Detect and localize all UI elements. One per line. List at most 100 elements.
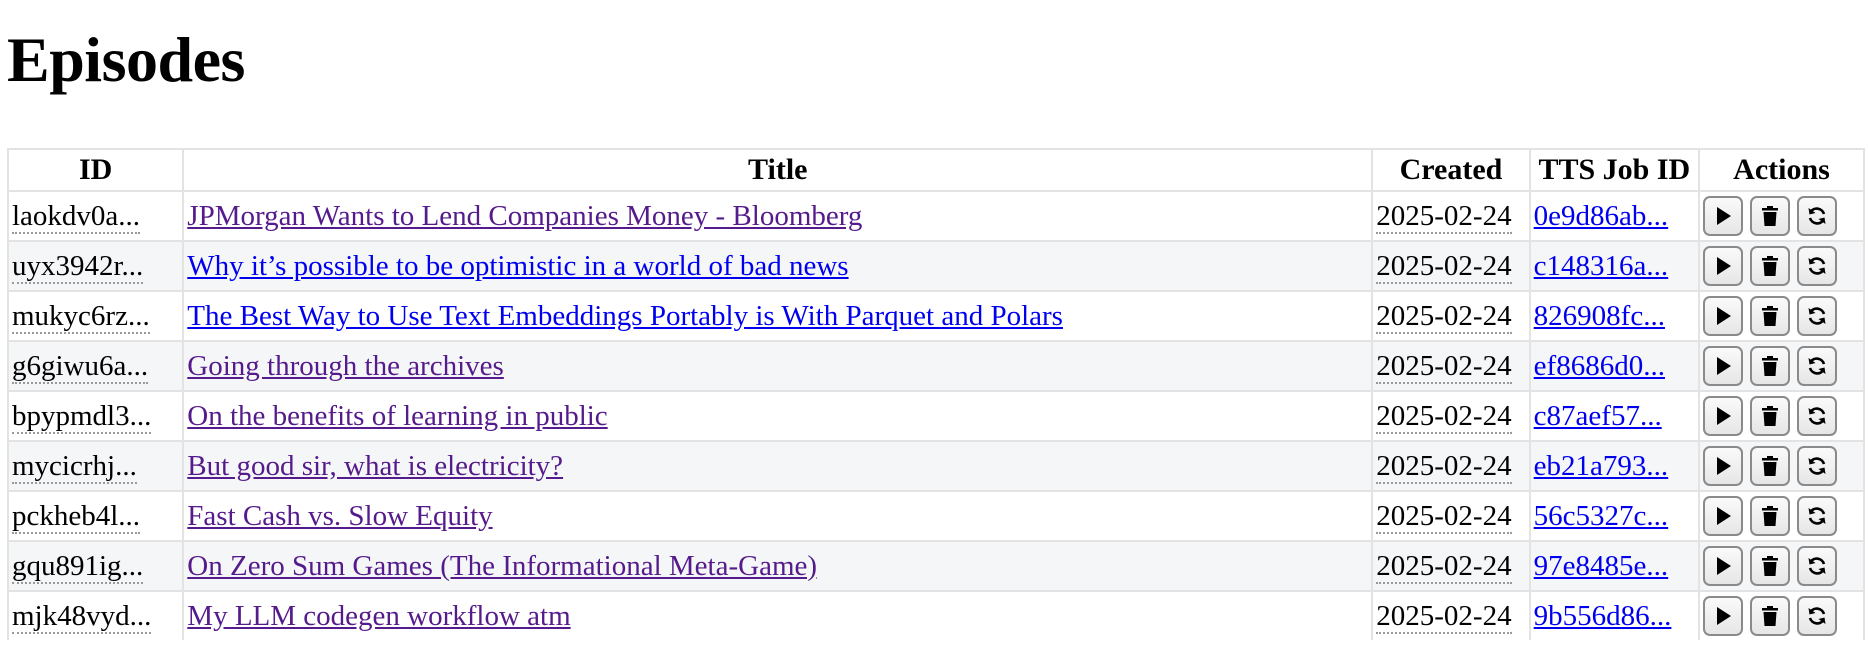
- play-button[interactable]: [1703, 546, 1743, 586]
- play-button[interactable]: [1703, 246, 1743, 286]
- created-date: 2025-02-24: [1376, 599, 1512, 634]
- created-date: 2025-02-24: [1376, 249, 1512, 284]
- play-button[interactable]: [1703, 496, 1743, 536]
- tts-job-id-link[interactable]: c87aef57...: [1534, 400, 1662, 432]
- play-button[interactable]: [1703, 396, 1743, 436]
- tts-job-id-cell: ef8686d0...: [1528, 340, 1698, 390]
- created-date-cell: 2025-02-24: [1371, 590, 1529, 640]
- actions-cell: [1698, 490, 1865, 540]
- tts-job-id-link[interactable]: 826908fc...: [1534, 300, 1665, 332]
- tts-job-id-link[interactable]: eb21a793...: [1534, 450, 1669, 482]
- episode-title-link[interactable]: On Zero Sum Games (The Informational Met…: [187, 550, 817, 582]
- play-button[interactable]: [1703, 446, 1743, 486]
- created-date: 2025-02-24: [1376, 399, 1512, 434]
- page-title: Episodes: [7, 24, 245, 95]
- tts-job-id-link[interactable]: ef8686d0...: [1534, 350, 1665, 382]
- delete-button[interactable]: [1750, 346, 1790, 386]
- actions-cell: [1698, 240, 1865, 290]
- table-row: uyx3942r... Why it’s possible to be optim…: [7, 240, 1865, 290]
- tts-job-id-link[interactable]: c148316a...: [1534, 250, 1669, 282]
- regenerate-button[interactable]: [1797, 296, 1837, 336]
- episode-title-cell: On Zero Sum Games (The Informational Met…: [182, 540, 1372, 590]
- delete-button[interactable]: [1750, 546, 1790, 586]
- episode-title-link[interactable]: Fast Cash vs. Slow Equity: [187, 500, 492, 532]
- tts-job-id-link[interactable]: 9b556d86...: [1534, 600, 1672, 632]
- delete-button[interactable]: [1750, 296, 1790, 336]
- episode-title-cell: The Best Way to Use Text Embeddings Port…: [182, 290, 1372, 340]
- actions-cell: [1698, 590, 1865, 640]
- delete-button[interactable]: [1750, 596, 1790, 636]
- created-date-cell: 2025-02-24: [1371, 540, 1529, 590]
- actions-cell: [1698, 390, 1865, 440]
- episode-id: laokdv0a...: [12, 199, 141, 234]
- delete-button[interactable]: [1750, 196, 1790, 236]
- delete-button[interactable]: [1750, 446, 1790, 486]
- episode-title-link[interactable]: JPMorgan Wants to Lend Companies Money -…: [187, 200, 862, 232]
- tts-job-id-link[interactable]: 97e8485e...: [1534, 550, 1669, 582]
- actions-cell: [1698, 290, 1865, 340]
- created-date: 2025-02-24: [1376, 449, 1512, 484]
- actions-cell: [1698, 340, 1865, 390]
- table-row: gqu891ig... On Zero Sum Games (The Inform…: [7, 540, 1865, 590]
- regenerate-button[interactable]: [1797, 246, 1837, 286]
- table-row: g6giwu6a... Going through the archives 202…: [7, 340, 1865, 390]
- episode-id-cell: mukyc6rz...: [7, 290, 183, 340]
- episodes-table: ID Title Created TTS Job ID Actions laok…: [7, 148, 1865, 640]
- regenerate-button[interactable]: [1797, 446, 1837, 486]
- tts-job-id-cell: c87aef57...: [1528, 390, 1698, 440]
- tts-job-id-cell: 0e9d86ab...: [1528, 190, 1698, 240]
- regenerate-button[interactable]: [1797, 546, 1837, 586]
- episode-title-link[interactable]: The Best Way to Use Text Embeddings Port…: [187, 300, 1063, 332]
- created-date: 2025-02-24: [1376, 499, 1512, 534]
- episode-id: mycicrhj...: [12, 449, 137, 484]
- regenerate-button[interactable]: [1797, 396, 1837, 436]
- table-row: mukyc6rz... The Best Way to Use Text Embe…: [7, 290, 1865, 340]
- tts-job-id-link[interactable]: 0e9d86ab...: [1534, 200, 1669, 232]
- episode-title-link[interactable]: My LLM codegen workflow atm: [187, 600, 570, 632]
- episode-id: mjk48vyd...: [12, 599, 152, 634]
- episode-title-link[interactable]: Why it’s possible to be optimistic in a …: [187, 250, 848, 282]
- episode-title-link[interactable]: Going through the archives: [187, 350, 504, 382]
- actions-cell: [1698, 540, 1865, 590]
- table-row: mjk48vyd... My LLM codegen workflow atm 20…: [7, 590, 1865, 640]
- play-button[interactable]: [1703, 296, 1743, 336]
- regenerate-button[interactable]: [1797, 496, 1837, 536]
- tts-job-id-cell: eb21a793...: [1528, 440, 1698, 490]
- episode-title-link[interactable]: But good sir, what is electricity?: [187, 450, 563, 482]
- delete-button[interactable]: [1750, 496, 1790, 536]
- episode-id-cell: mjk48vyd...: [7, 590, 183, 640]
- tts-job-id-cell: 9b556d86...: [1528, 590, 1698, 640]
- column-header-id: ID: [7, 148, 183, 190]
- episode-id-cell: pckheb4l...: [7, 490, 183, 540]
- play-button[interactable]: [1703, 346, 1743, 386]
- delete-button[interactable]: [1750, 396, 1790, 436]
- regenerate-button[interactable]: [1797, 596, 1837, 636]
- table-row: pckheb4l... Fast Cash vs. Slow Equity 2025…: [7, 490, 1865, 540]
- created-date-cell: 2025-02-24: [1371, 340, 1529, 390]
- column-header-title: Title: [182, 148, 1372, 190]
- table-row: laokdv0a... JPMorgan Wants to Lend Compan…: [7, 190, 1865, 240]
- episode-title-link[interactable]: On the benefits of learning in public: [187, 400, 607, 432]
- tts-job-id-link[interactable]: 56c5327c...: [1534, 500, 1669, 532]
- actions-cell: [1698, 190, 1865, 240]
- tts-job-id-cell: c148316a...: [1528, 240, 1698, 290]
- episode-id-cell: laokdv0a...: [7, 190, 183, 240]
- created-date-cell: 2025-02-24: [1371, 240, 1529, 290]
- table-row: mycicrhj... But good sir, what is electri…: [7, 440, 1865, 490]
- created-date-cell: 2025-02-24: [1371, 490, 1529, 540]
- created-date: 2025-02-24: [1376, 199, 1512, 234]
- play-button[interactable]: [1703, 196, 1743, 236]
- column-header-tts-job-id: TTS Job ID: [1528, 148, 1698, 190]
- episode-id: bpypmdl3...: [12, 399, 152, 434]
- actions-cell: [1698, 440, 1865, 490]
- delete-button[interactable]: [1750, 246, 1790, 286]
- episode-title-cell: My LLM codegen workflow atm: [182, 590, 1372, 640]
- regenerate-button[interactable]: [1797, 346, 1837, 386]
- tts-job-id-cell: 826908fc...: [1528, 290, 1698, 340]
- episode-id-cell: mycicrhj...: [7, 440, 183, 490]
- regenerate-button[interactable]: [1797, 196, 1837, 236]
- play-button[interactable]: [1703, 596, 1743, 636]
- episode-id: mukyc6rz...: [12, 299, 150, 334]
- created-date-cell: 2025-02-24: [1371, 190, 1529, 240]
- episode-id-cell: bpypmdl3...: [7, 390, 183, 440]
